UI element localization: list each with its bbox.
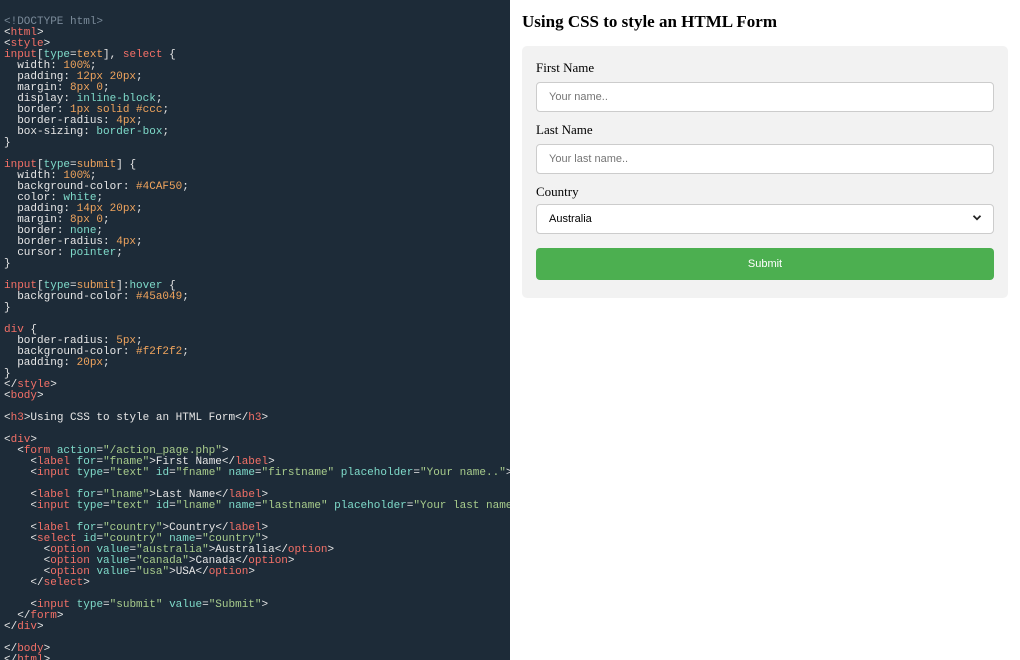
form-container: First Name Last Name Country AustraliaCa…: [522, 46, 1008, 298]
last-name-label: Last Name: [536, 122, 994, 138]
first-name-input[interactable]: [536, 82, 994, 112]
styled-form: First Name Last Name Country AustraliaCa…: [536, 60, 994, 284]
page-title: Using CSS to style an HTML Form: [522, 12, 1008, 32]
first-name-label: First Name: [536, 60, 994, 76]
country-label: Country: [536, 184, 994, 200]
code-editor-pane: <!DOCTYPE html> <html> <style> input[typ…: [0, 0, 510, 660]
last-name-input[interactable]: [536, 144, 994, 174]
preview-pane: Using CSS to style an HTML Form First Na…: [510, 0, 1020, 660]
submit-button[interactable]: [536, 248, 994, 280]
country-select[interactable]: AustraliaCanadaUSA: [536, 204, 994, 234]
